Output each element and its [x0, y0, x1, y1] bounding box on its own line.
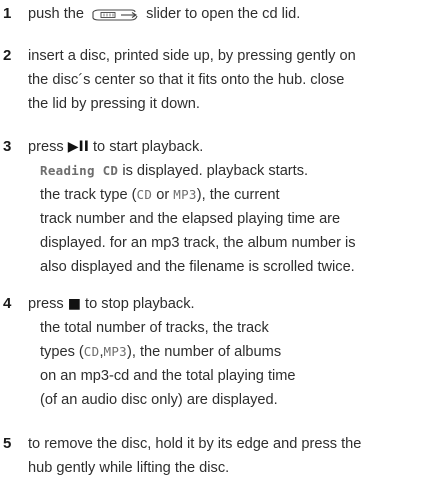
step-text-after: to stop playback.	[85, 296, 195, 312]
step-number: 4	[3, 295, 12, 312]
text-line: also displayed and the filename is scrol…	[40, 259, 355, 275]
step-text-after: slider to open the cd lid.	[146, 6, 301, 22]
lcd-text: Reading CD	[40, 163, 119, 178]
step-text-before: push the	[28, 6, 84, 22]
text-segment: or	[152, 187, 174, 203]
text-line: on an mp3-cd and the total playing time	[40, 368, 296, 384]
step-text: press ▶II to start playback.	[28, 135, 432, 159]
text-line: types (CD,MP3), the number of albums	[40, 340, 432, 364]
text-segment: the track type (	[40, 187, 137, 203]
text-line: track number and the elapsed playing tim…	[40, 211, 341, 227]
step-text: insert a disc, printed side up, by press…	[28, 44, 432, 116]
step-number: 3	[3, 138, 12, 155]
step-3-details: Reading CD is displayed. playback starts…	[40, 159, 432, 279]
text-line: (of an audio disc only) are displayed.	[40, 392, 278, 408]
text-line: hub gently while lifting the disc.	[28, 460, 230, 476]
text-segment: ), the number of albums	[127, 344, 282, 360]
step-number: 5	[3, 435, 12, 452]
text-line: the total number of tracks, the track	[40, 320, 269, 336]
text-segment: types (	[40, 344, 84, 360]
text-line: Reading CD is displayed. playback starts…	[40, 159, 432, 183]
text-line: displayed. for an mp3 track, the album n…	[40, 235, 356, 251]
step-number: 2	[3, 47, 12, 64]
step-text: press ■ to stop playback.	[28, 292, 432, 316]
step-text-before: press	[28, 296, 64, 312]
step-4-details: the total number of tracks, the track ty…	[40, 316, 432, 412]
text-segment: is displayed. playback starts.	[118, 163, 309, 179]
text-line: the disc´s center so that it fits onto t…	[28, 72, 345, 88]
text-line: to remove the disc, hold it by its edge …	[28, 436, 362, 452]
stop-icon: ■	[67, 296, 81, 312]
lcd-text: MP3	[103, 344, 127, 359]
slider-icon	[91, 5, 139, 29]
step-text-after: to start playback.	[93, 139, 204, 155]
lcd-text: MP3	[173, 187, 197, 202]
step-text-before: press	[28, 139, 64, 155]
text-segment: ), the current	[196, 187, 280, 203]
lcd-text: CD	[83, 344, 100, 359]
step-text: to remove the disc, hold it by its edge …	[28, 432, 432, 480]
text-line: insert a disc, printed side up, by press…	[28, 48, 356, 64]
step-number: 1	[3, 5, 12, 22]
play-pause-icon: ▶II	[67, 139, 89, 155]
step-text: push the slider to open the cd lid.	[28, 2, 432, 29]
instruction-page: 1 push the slider to open the cd lid. 2 …	[0, 0, 434, 504]
lcd-text: CD	[136, 187, 153, 202]
text-line: the lid by pressing it down.	[28, 96, 200, 112]
text-line: the track type (CD or MP3), the current	[40, 183, 432, 207]
